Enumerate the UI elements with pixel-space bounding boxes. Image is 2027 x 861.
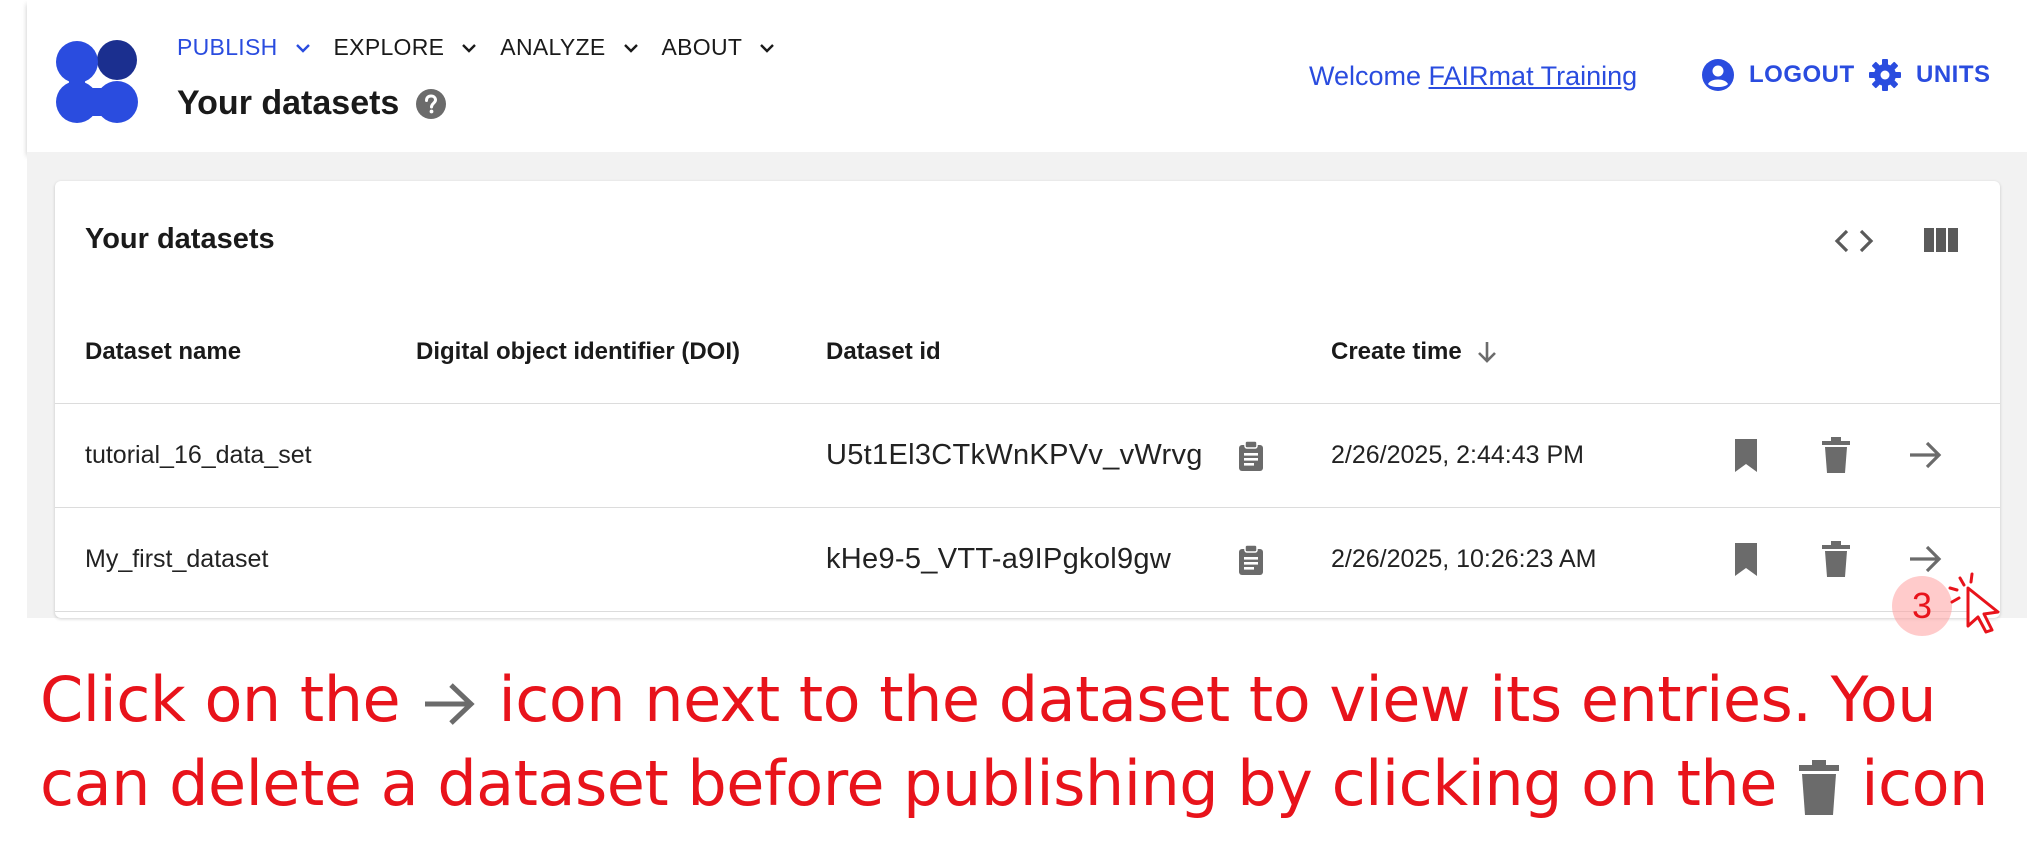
clipboard-icon[interactable] <box>1235 440 1267 472</box>
nav-analyze-label: ANALYZE <box>500 34 606 60</box>
step-number-badge: 3 <box>1892 576 1952 636</box>
nav-explore[interactable]: EXPLORE <box>334 34 479 61</box>
gear-icon <box>1869 59 1901 91</box>
arrow-right-icon[interactable] <box>1906 540 1944 578</box>
nav-explore-label: EXPLORE <box>333 34 445 60</box>
arrow-right-icon <box>425 683 475 725</box>
chevron-down-icon <box>295 43 310 53</box>
chevron-down-icon <box>623 43 638 53</box>
dataset-name-cell: My_first_dataset <box>85 545 269 573</box>
nav-about[interactable]: ABOUT <box>662 34 777 61</box>
datasets-card: Your datasets Dataset name Digital objec… <box>55 181 2000 618</box>
welcome-text: Welcome FAIRmat Training <box>1309 61 1637 92</box>
user-profile-link[interactable]: FAIRmat Training <box>1429 61 1638 91</box>
code-icon[interactable] <box>1833 225 1875 257</box>
page-title: Your datasets <box>177 84 400 122</box>
units-label: UNITS <box>1916 61 1991 88</box>
sort-descending-icon[interactable] <box>1474 339 1500 365</box>
page-title-wrap: Your datasets <box>177 84 447 123</box>
logout-label: LOGOUT <box>1749 61 1855 88</box>
chevron-down-icon <box>760 43 775 53</box>
clipboard-icon[interactable] <box>1235 544 1267 576</box>
create-time-cell: 2/26/2025, 2:44:43 PM <box>1331 441 1584 469</box>
instruction-part-3: icon <box>1842 747 1988 820</box>
bookmark-icon[interactable] <box>1727 436 1765 474</box>
dataset-id-cell: kHe9-5_VTT-a9IPgkol9gw <box>826 543 1172 575</box>
column-header-create-time[interactable]: Create time <box>1331 338 1500 366</box>
create-time-cell: 2/26/2025, 10:26:23 AM <box>1331 545 1597 573</box>
click-cursor-icon <box>1948 572 2000 634</box>
nav-publish[interactable]: PUBLISH <box>177 34 312 61</box>
dataset-id-cell: U5t1El3CTkWnKPVv_vWrvg <box>826 439 1203 471</box>
instruction-text: Click on the icon next to the dataset to… <box>40 658 2000 826</box>
table-row[interactable]: My_first_dataset kHe9-5_VTT-a9IPgkol9gw … <box>55 508 2000 611</box>
create-time-label: Create time <box>1331 338 1462 365</box>
nav-about-label: ABOUT <box>661 34 743 60</box>
dataset-name-cell: tutorial_16_data_set <box>85 441 312 469</box>
nav-analyze[interactable]: ANALYZE <box>500 34 639 61</box>
main-nav: PUBLISH EXPLORE ANALYZE ABOUT <box>177 34 798 61</box>
column-header-doi[interactable]: Digital object identifier (DOI) <box>416 338 740 366</box>
view-columns-icon[interactable] <box>1923 223 1959 257</box>
table-divider <box>55 611 2000 612</box>
table-row[interactable]: tutorial_16_data_set U5t1El3CTkWnKPVv_vW… <box>55 404 2000 507</box>
column-header-dataset-id[interactable]: Dataset id <box>826 338 941 366</box>
nomad-logo[interactable] <box>55 40 139 124</box>
logout-button[interactable]: LOGOUT <box>1701 58 1855 92</box>
units-button[interactable]: UNITS <box>1868 58 1991 92</box>
welcome-prefix: Welcome <box>1309 61 1429 91</box>
help-icon[interactable] <box>415 88 447 120</box>
arrow-right-icon[interactable] <box>1906 436 1944 474</box>
card-title: Your datasets <box>85 223 275 255</box>
column-header-dataset-name[interactable]: Dataset name <box>85 338 241 366</box>
bookmark-icon[interactable] <box>1727 540 1765 578</box>
trash-icon <box>1799 759 1840 815</box>
trash-icon[interactable] <box>1817 540 1855 578</box>
trash-icon[interactable] <box>1817 436 1855 474</box>
account-circle-icon <box>1702 59 1734 91</box>
app-header: PUBLISH EXPLORE ANALYZE ABOUT Your datas… <box>27 0 2027 152</box>
instruction-part-1: Click on the <box>40 663 420 736</box>
nav-publish-label: PUBLISH <box>177 34 278 60</box>
chevron-down-icon <box>462 43 477 53</box>
